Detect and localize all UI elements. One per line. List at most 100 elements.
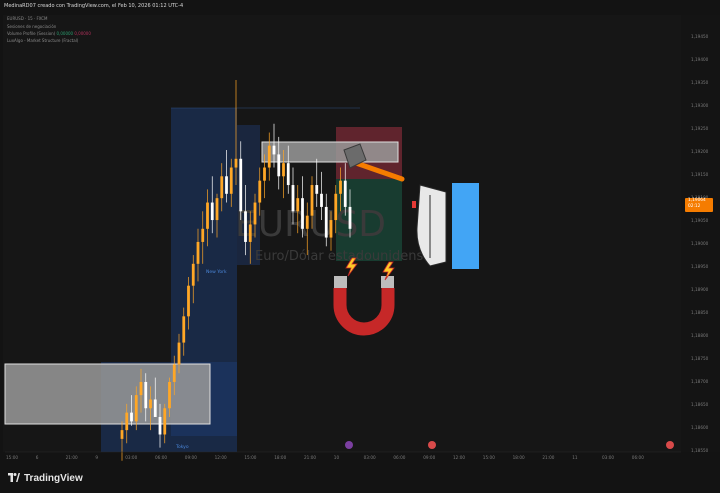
tradingview-logo-icon (8, 473, 20, 482)
candle-body (201, 228, 205, 242)
candle-body (248, 224, 252, 242)
candle-body (229, 167, 233, 194)
candle-body (301, 198, 304, 229)
bar-countdown: 02:12 (688, 204, 701, 209)
candle-body (134, 395, 138, 422)
candle-body (196, 241, 200, 264)
candle-body (324, 206, 328, 238)
price-tick: 1,18600 (691, 425, 709, 430)
price-tick: 1,19250 (691, 126, 709, 131)
price-tick: 1,19400 (691, 57, 709, 62)
price-tick: 1,18700 (691, 379, 709, 384)
watermark-symbol: EURUSD (235, 204, 386, 245)
candle-body (310, 185, 314, 216)
candle-body (267, 145, 271, 168)
candle-body (343, 180, 347, 207)
footer-bar (0, 467, 720, 493)
time-tick: 9 (95, 455, 99, 460)
candle-body (191, 263, 195, 286)
time-tick: 21:00 (542, 455, 555, 460)
time-tick: 15:00 (244, 455, 257, 460)
time-tick: 03:00 (602, 455, 615, 460)
chart-canvas: EURUSD Euro/Dólar estadounidense New Yor… (4, 80, 681, 461)
watermark-description: Euro/Dólar estadounidense (255, 249, 431, 264)
price-tick: 1,18850 (691, 310, 709, 315)
candle-body (348, 206, 352, 229)
candle-body (120, 430, 124, 439)
candle-body (172, 364, 176, 382)
candle-body (225, 176, 228, 194)
price-tick: 1,19000 (691, 241, 709, 246)
candle-body (305, 215, 309, 229)
time-tick: 10 (333, 455, 340, 460)
price-tick: 1,18950 (691, 264, 709, 269)
us-flag-icon[interactable] (666, 441, 674, 449)
tradingview-brand: TradingView (24, 473, 83, 484)
time-tick: 03:00 (363, 455, 376, 460)
price-tick: 1,18800 (691, 333, 709, 338)
time-tick: 11 (572, 455, 578, 460)
candle-body (125, 412, 129, 431)
time-tick: 09:00 (423, 455, 436, 460)
candle-body (315, 185, 319, 194)
candle-body (220, 176, 224, 199)
candle-body (144, 381, 148, 409)
time-tick: 15:00 (482, 455, 495, 460)
candle-body (206, 202, 209, 229)
candle-body (210, 202, 214, 221)
time-tick: 12:00 (214, 455, 227, 460)
time-tick: 03:00 (125, 455, 138, 460)
candle-body (339, 180, 342, 194)
candle-body (139, 381, 143, 396)
candle-body (215, 198, 219, 221)
candle-body (177, 342, 181, 365)
candle-body (258, 180, 262, 203)
time-tick: 06:00 (393, 455, 406, 460)
range-box-upper[interactable] (261, 141, 399, 163)
candle-body (291, 185, 295, 212)
time-tick: 09:00 (184, 455, 197, 460)
time-tick: 18:00 (274, 455, 287, 460)
magnet-icon (333, 276, 395, 336)
time-tick: 21:00 (304, 455, 317, 460)
chart-frame: MedinaRD07 creado con TradingView.com, e… (0, 0, 720, 493)
candle-body (234, 158, 238, 168)
session-label-tokyo: Tokyo (175, 444, 189, 450)
time-tick: 18:00 (512, 455, 525, 460)
price-tick: 1,18900 (691, 287, 709, 292)
time-tick: 06:00 (155, 455, 168, 460)
candle-body (153, 399, 157, 417)
candle-body (286, 163, 290, 186)
price-tick: 1,18650 (691, 402, 709, 407)
time-tick: 6 (35, 455, 39, 460)
candle-body (277, 154, 281, 177)
candle-body (253, 202, 257, 225)
candle-body (149, 399, 152, 409)
price-tick: 1,19450 (691, 34, 709, 39)
candle-body (163, 408, 167, 435)
candle-body (158, 416, 162, 435)
time-tick: 06:00 (631, 455, 644, 460)
time-tick: 21:00 (65, 455, 78, 460)
candle-body (187, 285, 190, 317)
candle-body (320, 193, 323, 207)
price-tick: 1,19350 (691, 80, 709, 85)
price-tick: 1,18550 (691, 448, 709, 453)
candle-body (168, 381, 171, 409)
price-tick: 1,19050 (691, 218, 709, 223)
price-tick: 1,19150 (691, 172, 709, 177)
candle-body (182, 316, 186, 343)
current-price-tag: 1,19064 02:12 (685, 198, 713, 212)
session-label-new-york: New York (206, 269, 227, 275)
candle-body (263, 167, 266, 181)
candle-body (334, 193, 338, 221)
candle-body (130, 412, 133, 422)
event-icon[interactable] (345, 441, 353, 449)
candle-body (282, 163, 285, 177)
candle-body (272, 145, 276, 155)
candle-body (244, 211, 247, 242)
candle-body (329, 220, 333, 238)
us-flag-icon[interactable] (428, 441, 436, 449)
price-tick: 1,18750 (691, 356, 709, 361)
candle-body (296, 198, 300, 212)
